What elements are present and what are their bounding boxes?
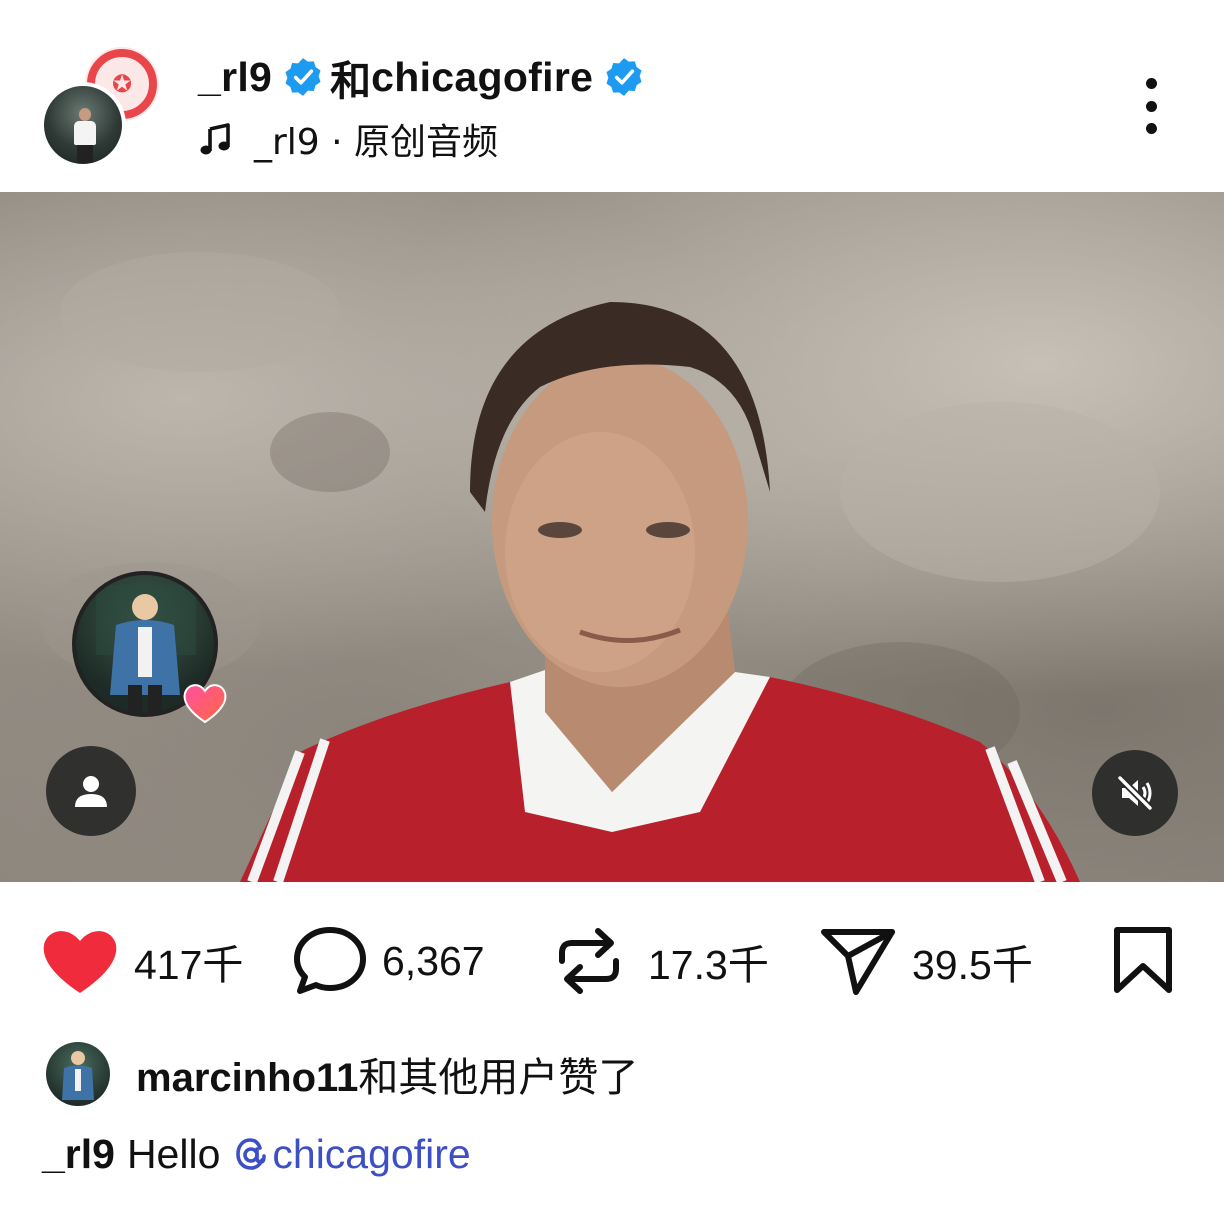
video-frame (40, 252, 1160, 882)
account-name-1[interactable]: _rl9 (198, 54, 272, 101)
more-vertical-icon[interactable] (1136, 78, 1166, 134)
like-count: 417千 (134, 941, 244, 989)
collab-avatars[interactable]: ✪ (40, 44, 170, 169)
mute-button[interactable] (1092, 750, 1178, 836)
repost-icon (559, 928, 619, 994)
caption-author[interactable]: _rl9 (42, 1131, 115, 1178)
like-button[interactable]: 417千 (40, 926, 243, 996)
mute-icon (1117, 775, 1153, 811)
audio-attribution[interactable]: _rl9 · 原创音频 (198, 116, 499, 163)
caption-text: Hello (126, 1130, 221, 1177)
liked-by-name[interactable]: marcinho11 (136, 1056, 358, 1100)
user-tag-button[interactable] (46, 746, 136, 836)
collab-connector: 和 (330, 57, 372, 105)
repost-count: 17.3千 (648, 941, 769, 989)
comment-button[interactable]: 6,367 (292, 926, 485, 996)
avatar[interactable] (40, 82, 126, 168)
share-count: 39.5千 (912, 941, 1033, 989)
caption-mention[interactable]: chicagofire (234, 1131, 471, 1178)
comment-icon (294, 927, 366, 994)
save-button[interactable] (1112, 926, 1174, 996)
liked-by[interactable]: marcinho11和其他用户赞了 (46, 1040, 638, 1108)
action-bar: 417千 6,367 17.3千 39.5千 (0, 882, 1224, 1032)
bookmark-icon (1114, 927, 1172, 993)
user-tag-icon (75, 776, 107, 807)
share-button[interactable]: 39.5千 (820, 926, 1033, 996)
account-name-2[interactable]: chicagofire (371, 54, 593, 101)
collab-title: _rl9 和 chicagofire (198, 52, 651, 105)
post-caption: _rl9 Hello chicagofire (42, 1126, 471, 1182)
post-video[interactable] (0, 192, 1224, 882)
audio-label: _rl9 · 原创音频 (254, 122, 499, 163)
heart-icon (183, 684, 227, 724)
club-logo-mark: ✪ (111, 70, 133, 98)
threads-at-icon (236, 1138, 267, 1170)
liked-by-text: marcinho11和其他用户赞了 (136, 1055, 639, 1101)
comment-count: 6,367 (382, 937, 485, 984)
share-icon (821, 929, 895, 995)
verified-badge-icon (285, 58, 321, 96)
verified-badge-icon (606, 58, 642, 96)
heart-icon (43, 931, 117, 993)
avatar[interactable] (46, 1042, 110, 1106)
music-note-icon (200, 123, 230, 155)
post-header: ✪ _rl9 和 chicagofire _rl9 · 原创音频 (0, 0, 1224, 192)
repost-button[interactable]: 17.3千 (556, 926, 769, 996)
